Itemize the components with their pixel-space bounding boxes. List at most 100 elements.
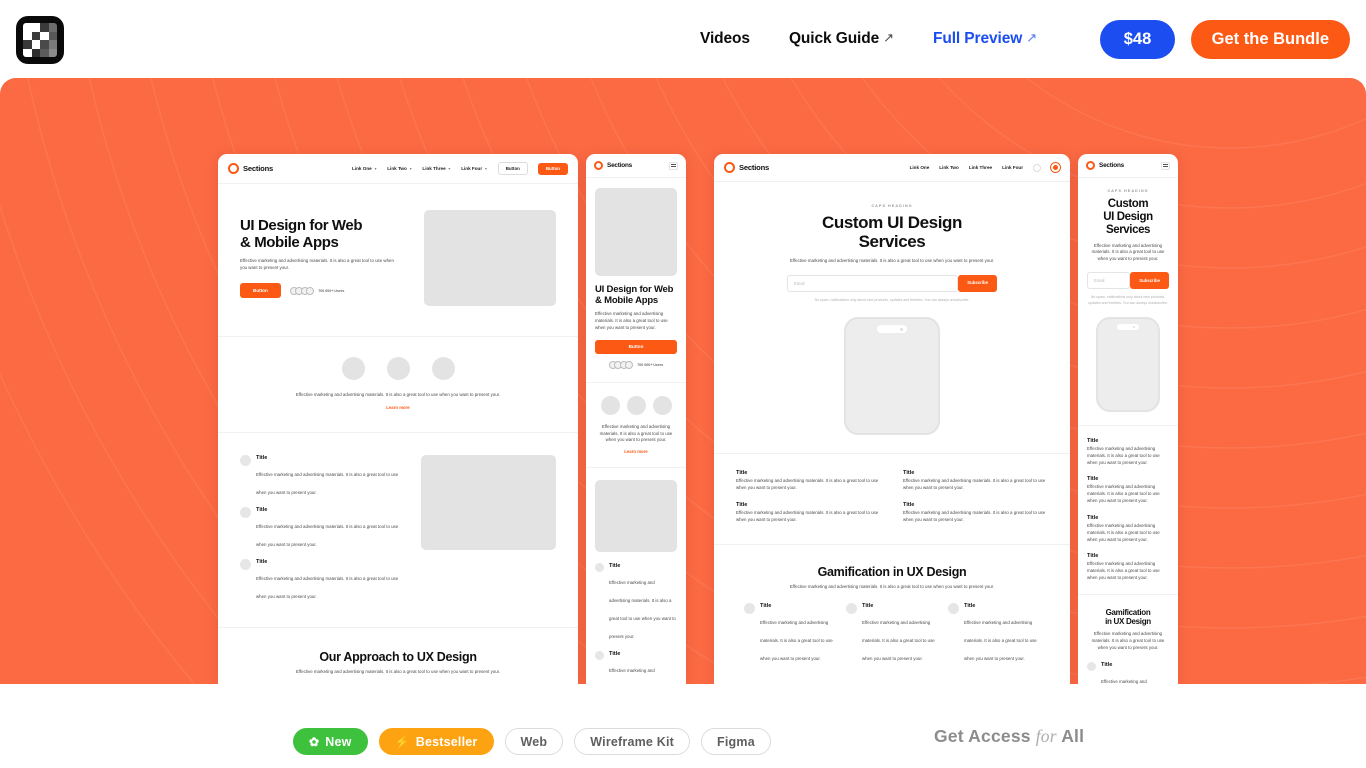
mockup-list-item: Title Effective marketing and advertising… [1087,515,1169,543]
chevron-down-icon: ▼ [408,166,413,171]
access-pre: Get Access [934,726,1031,746]
mockup-subscribe-button[interactable]: Subscribe [1130,272,1169,290]
mockup-circle [386,357,410,380]
mockup-subscribe-form: Email Subscribe [787,274,997,292]
mockup-circle-row [252,357,544,380]
mockup-icon-row-section: Effective marketing and advertising mate… [586,383,686,469]
mockup-feature-body: Effective marketing and advertising mate… [609,668,655,674]
mockup-bullet-icon [595,651,604,661]
mockup-panel-mobile-home[interactable]: Sections UI Design for Web & Mobile Apps… [586,154,686,684]
mockup-nav-link-3[interactable]: Link Three ▼ [422,166,451,171]
mockup-gamification-body: Effective marketing and advertising mate… [789,583,995,589]
mockup-feature-title: Title [256,558,268,565]
mockup-phone-frame [1096,316,1160,412]
mockup-list-body: Effective marketing and advertising mate… [1087,445,1160,465]
mockup-grid-cell: Title Effective marketing and advertising… [736,470,881,492]
mockup-learn-more-link[interactable]: Learn more [595,449,677,454]
mockup-list-title: Title [1087,553,1099,560]
mockup-circle [341,357,365,380]
mockup-bullet-icon [948,603,959,615]
tag-wireframe-kit[interactable]: Wireframe Kit [574,728,691,755]
mockup-list-item: Title Effective marketing and advertising… [1087,476,1169,504]
mockup-nav-link-1[interactable]: Link One ▼ [352,166,377,171]
mockup-brand-label: Sections [243,164,274,173]
mockup-eyebrow: CAPS HEADING [1107,189,1149,193]
mockup-card-title: Title [1101,661,1113,668]
mockup-hero-cta[interactable]: Button [240,283,281,299]
mockup-hero-section: CAPS HEADING Custom UI Design Services E… [714,182,1070,455]
mockup-panel-mobile-services[interactable]: Sections CAPS HEADING Custom UI Design S… [1078,154,1178,684]
mockup-rating: 700 000+ Users [595,360,677,369]
tag-web[interactable]: Web [504,728,564,755]
mockup-circle [431,357,455,380]
chevron-down-icon: ▼ [484,166,488,171]
mockup-learn-more-link[interactable]: Learn more [252,405,544,410]
mockup-circle-row [595,395,677,415]
nav-item-full-preview[interactable]: Full Preview ↗ [933,30,1037,48]
mockup-subscribe-form: Email Subscribe [1087,272,1169,290]
get-the-bundle-button[interactable]: Get the Bundle [1190,20,1350,59]
mockup-section-body: Effective marketing and advertising mate… [599,423,673,443]
mockup-hero-cta[interactable]: Button [595,339,677,354]
mockup-panel-desktop-services[interactable]: Sections Link One Link Two Link Three Li… [714,154,1070,684]
arrow-up-right-icon: ↗ [1026,30,1037,45]
nav-item-videos-label: Videos [700,30,750,47]
mockup-email-input[interactable]: Email [787,274,959,292]
hamburger-menu-icon[interactable] [669,161,678,170]
nav-item-quick-guide-label: Quick Guide [788,30,880,47]
mockup-hero-title: UI Design for Web & Mobile Apps [595,284,674,306]
mockup-panel-desktop-home[interactable]: Sections Link One ▼ Link Two ▼ Link Three ▼… [218,154,578,684]
mockup-rating: 700 000+ Users [289,286,345,295]
mockup-card-title: Title [862,603,874,610]
mockup-brand: Sections [724,162,769,173]
mockup-subscribe-button[interactable]: Subscribe [958,274,997,292]
top-navigation-bar: Videos Quick Guide ↗ Full Preview ↗ $48 … [0,0,1366,78]
price-button[interactable]: $48 [1100,20,1175,59]
mockup-brand-label: Sections [607,162,633,169]
mockup-bullet-icon [240,558,251,570]
nav-item-videos[interactable]: Videos [700,30,750,48]
sections-logo-icon [1086,161,1095,170]
mockup-section-body: Effective marketing and advertising mate… [295,392,501,397]
mockup-list-body: Effective marketing and advertising mate… [1087,561,1160,581]
mockup-nav-link-4[interactable]: Link Four [1002,165,1023,170]
mockup-nav-link-2[interactable]: Link Two ▼ [387,166,412,171]
chevron-down-icon: ▼ [373,166,378,171]
mockup-card: Title Effective marketing and advertising… [744,603,836,665]
mockup-circle [652,395,672,415]
mockup-nav-link-4[interactable]: Link Four ▼ [461,166,488,171]
mockup-approach-body: Effective marketing and advertising mate… [295,668,501,674]
mockup-grid-body: Effective marketing and advertising mate… [903,478,1046,491]
mockup-list-body: Effective marketing and advertising mate… [1087,522,1160,542]
bottom-meta-bar: ✿ New ⚡ Bestseller Web Wireframe Kit Fig… [0,684,1366,768]
mockup-site-header: Sections [1078,154,1178,178]
mockup-feature-body: Effective marketing and advertising mate… [256,575,399,599]
mockup-hero-body: Effective marketing and advertising mate… [1091,242,1165,262]
tag-bestseller-label: Bestseller [415,734,478,749]
mockup-nav-link-2[interactable]: Link Two [939,165,959,170]
mockup-users-count: 700 000+ Users [318,288,345,293]
tag-new[interactable]: ✿ New [293,728,368,755]
search-icon[interactable] [1033,163,1041,172]
phone-notch [1117,323,1139,330]
mockup-grid-cell: Title Effective marketing and advertising… [736,502,881,524]
get-access-for-all-label[interactable]: Get Access for All [934,726,1084,747]
nav-item-quick-guide[interactable]: Quick Guide ↗ [789,30,894,48]
mockup-list-section: Title Effective marketing and advertising… [1078,426,1178,595]
tag-bestseller[interactable]: ⚡ Bestseller [378,728,494,755]
mockup-ghost-button[interactable]: Button [497,162,528,175]
mockup-feature-item: Title Effective marketing and advertising… [595,651,677,684]
mockup-card-title: Title [760,603,772,610]
mockup-email-input[interactable]: Email [1087,272,1131,290]
mockup-gamification-title: Gamification in UX Design [817,564,967,579]
mockup-nav-link-1[interactable]: Link One [910,165,930,170]
mockup-nav-link-3[interactable]: Link Three [969,165,992,170]
account-avatar-icon[interactable] [1051,163,1060,172]
checkerboard-logo-icon[interactable] [16,16,64,64]
tag-figma[interactable]: Figma [701,728,771,755]
mockup-icon-row-section: Effective marketing and advertising mate… [218,337,578,433]
mockup-bullet-icon [240,454,251,466]
preview-stage: Sections Link One ▼ Link Two ▼ Link Three ▼… [0,78,1366,684]
hamburger-menu-icon[interactable] [1161,161,1170,170]
mockup-solid-button[interactable]: Button [537,162,568,175]
